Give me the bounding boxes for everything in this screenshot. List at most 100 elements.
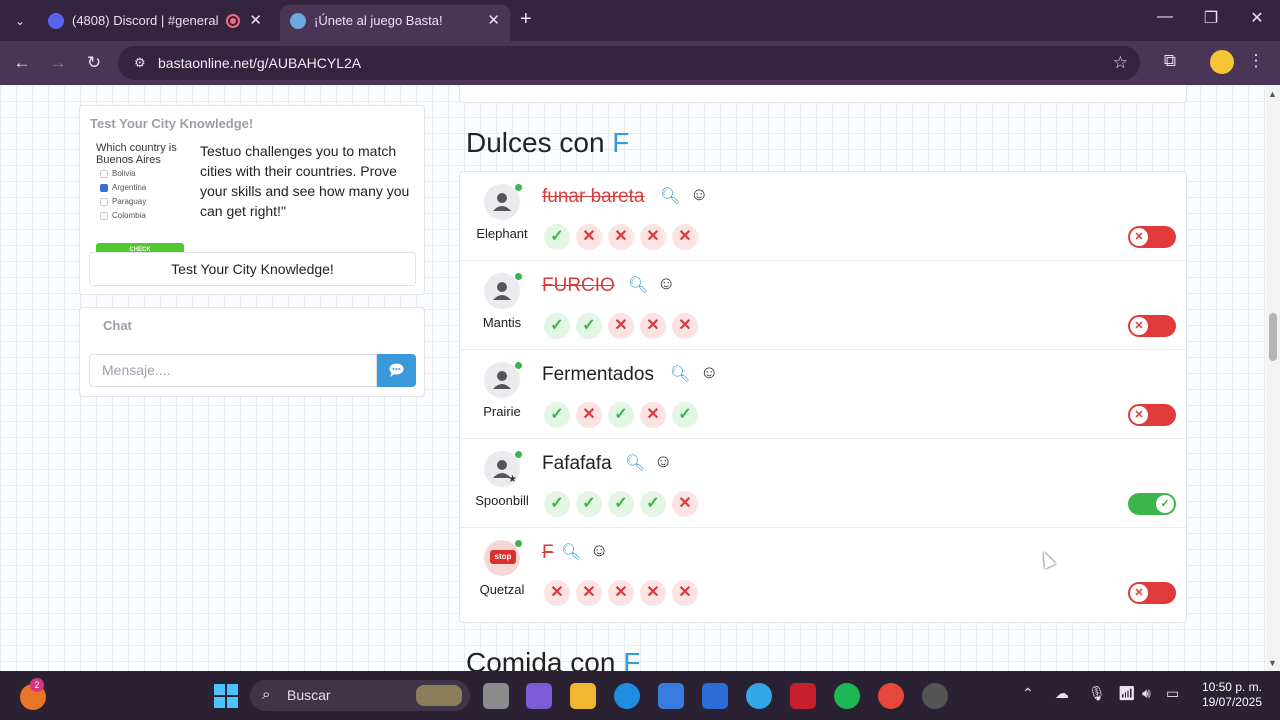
tab-basta[interactable]: ¡Únete al juego Basta! ✕ [280,5,510,41]
vote-no-icon: ✕ [640,313,666,339]
new-tab-icon[interactable]: + [520,8,532,31]
previous-section-card [459,85,1187,103]
answer-text: F [542,542,554,563]
tab-discord[interactable]: (4808) Discord | #general | ✕ [38,5,272,37]
address-bar[interactable]: ⚙ bastaonline.net/g/AUBAHCYL2A ☆ [118,46,1140,80]
search-icon[interactable]: 🔍︎ [625,453,645,473]
vote-no-icon: ✕ [608,313,634,339]
show-hidden-icons-icon[interactable]: ⌃ [1022,685,1034,702]
accept-toggle[interactable]: ✕ [1128,582,1176,604]
profile-avatar[interactable] [1210,50,1234,74]
vote-no-icon: ✕ [576,580,602,606]
player-name: Quetzal [479,582,525,597]
copilot-icon[interactable] [526,683,552,709]
vote-no-icon: ✕ [672,313,698,339]
scroll-up-icon[interactable]: ▲ [1268,89,1277,99]
vote-yes-icon: ✓ [544,402,570,428]
task-view-icon[interactable] [483,683,509,709]
close-tab-icon[interactable]: ✕ [487,5,500,37]
accept-toggle[interactable]: ✕ [1128,315,1176,337]
player-name: Elephant [476,226,528,241]
accept-toggle[interactable]: ✕ [1128,226,1176,248]
edge-icon[interactable] [614,683,640,709]
search-icon[interactable]: 🔍︎ [660,186,680,206]
battery-icon[interactable]: ▭ [1166,685,1179,702]
close-tab-icon[interactable]: ✕ [249,5,262,37]
date-text: 19/07/2025 [1201,695,1262,709]
menu-icon[interactable]: ⋮ [1244,51,1268,71]
vote-yes-icon: ✓ [608,491,634,517]
answer-text: Fafafafa [542,453,612,474]
back-icon[interactable]: ← [10,51,34,75]
vote-yes-icon: ✓ [672,402,698,428]
add-reaction-icon[interactable]: ☺ [700,362,718,383]
chrome-icon[interactable] [878,683,904,709]
notification-badge: 2 [30,678,44,692]
hp-icon[interactable] [702,683,728,709]
vote-no-icon: ✕ [576,402,602,428]
player-avatar [484,273,522,309]
file-explorer-icon[interactable] [570,683,596,709]
obs-icon[interactable] [922,683,948,709]
search-icon[interactable]: 🔍︎ [628,275,648,295]
microphone-icon[interactable]: 🎙︎ [1088,685,1106,702]
store-icon[interactable] [658,683,684,709]
recording-icon [226,14,240,28]
add-reaction-icon[interactable]: ☺ [690,184,708,205]
vote-no-icon: ✕ [608,580,634,606]
mcafee-icon[interactable] [790,683,816,709]
search-icon[interactable]: 🔍︎ [670,364,690,384]
reject-icon: ✕ [1130,406,1148,424]
extensions-icon[interactable]: ⧉ [1158,51,1182,71]
section-letter: F [623,647,641,671]
restore-icon[interactable]: ❐ [1196,8,1226,28]
add-reaction-icon[interactable]: ☺ [590,540,608,561]
player-name: Spoonbill [475,493,529,508]
tab-title: ¡Únete al juego Basta! [314,13,443,28]
volume-icon[interactable]: 🔊︎ [1142,685,1151,702]
wifi-icon[interactable]: 📶︎ [1118,685,1136,702]
chat-title: Chat [103,318,132,333]
scroll-down-icon[interactable]: ▼ [1268,658,1277,668]
close-window-icon[interactable]: ✕ [1242,8,1272,28]
minimize-icon[interactable]: — [1150,8,1180,26]
add-reaction-icon[interactable]: ☺ [654,451,672,472]
send-message-button[interactable] [377,354,416,387]
accept-toggle[interactable]: ✓ [1128,493,1176,515]
help-icon[interactable] [746,683,772,709]
search-icon[interactable]: 🔍︎ [561,542,581,562]
add-reaction-icon[interactable]: ☺ [657,273,675,294]
tab-strip: ⌄ (4808) Discord | #general | ✕ ¡Únete a… [0,0,1280,41]
taskbar-search[interactable]: ⌕ Buscar [250,680,470,711]
player-avatar: ★ [484,451,522,487]
stop-sign-icon: stop [490,550,516,564]
url-text: bastaonline.net/g/AUBAHCYL2A [158,55,362,71]
forward-icon[interactable]: → [46,51,70,75]
bookmark-star-icon[interactable]: ☆ [1113,53,1128,73]
search-label: Buscar [287,687,331,703]
scroll-thumb[interactable] [1269,313,1277,361]
spotify-icon[interactable] [834,683,860,709]
basta-favicon-icon [290,13,306,29]
taskbar: 2 ⌕ Buscar ⌃ ☁ 🎙︎ 📶︎ 🔊︎ ▭ 10:50 p. m. 19… [0,671,1280,720]
promo-preview[interactable]: Which country is Buenos Aires Bolivia Ar… [96,142,186,242]
site-info-icon[interactable]: ⚙ [134,55,150,71]
discord-icon [48,13,64,29]
clock[interactable]: 10:50 p. m. 19/07/2025 [1202,680,1262,710]
chat-message-input[interactable]: Mensaje.... [89,354,377,387]
vote-no-icon: ✕ [640,402,666,428]
promo-cta-button[interactable]: Test Your City Knowledge! [89,252,416,286]
answer-text: Fermentados [542,364,654,385]
vote-no-icon: ✕ [608,224,634,250]
start-icon[interactable] [213,683,239,709]
reload-icon[interactable]: ↻ [82,51,106,75]
player-name: Mantis [482,315,522,330]
onedrive-icon[interactable]: ☁ [1055,685,1069,702]
online-indicator [515,273,522,280]
page-scrollbar[interactable]: ▲ ▼ [1266,85,1280,671]
answers-card: Elephant funar bareta 🔍︎ ☺ ✓ ✕ ✕ ✕ ✕ ✕ M… [459,171,1187,623]
tab-search-icon[interactable]: ⌄ [8,9,32,33]
accept-toggle[interactable]: ✕ [1128,404,1176,426]
vote-yes-icon: ✓ [544,313,570,339]
vote-no-icon: ✕ [640,224,666,250]
